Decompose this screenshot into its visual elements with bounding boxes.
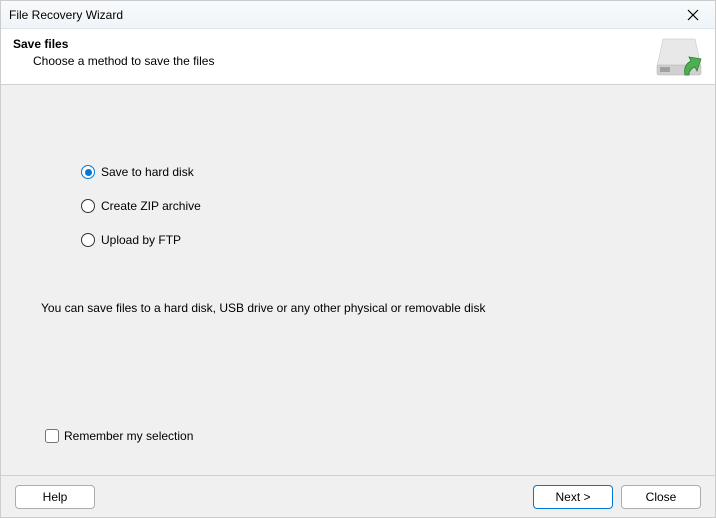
help-button[interactable]: Help: [15, 485, 95, 509]
radio-icon: [81, 165, 95, 179]
radio-label: Create ZIP archive: [101, 199, 201, 213]
save-method-options: Save to hard disk Create ZIP archive Upl…: [41, 85, 675, 247]
close-button[interactable]: Close: [621, 485, 701, 509]
button-label: Next >: [555, 490, 590, 504]
radio-label: Upload by FTP: [101, 233, 181, 247]
next-button[interactable]: Next >: [533, 485, 613, 509]
button-label: Close: [646, 490, 677, 504]
radio-label: Save to hard disk: [101, 165, 194, 179]
button-label: Help: [43, 490, 68, 504]
window-title: File Recovery Wizard: [9, 8, 123, 22]
radio-icon: [81, 233, 95, 247]
option-zip-archive[interactable]: Create ZIP archive: [81, 199, 675, 213]
remember-selection-checkbox[interactable]: Remember my selection: [45, 429, 193, 443]
content-area: Save to hard disk Create ZIP archive Upl…: [1, 85, 715, 475]
header-text: Save files Choose a method to save the f…: [13, 37, 655, 68]
checkbox-icon: [45, 429, 59, 443]
drive-recovery-icon: [655, 37, 703, 79]
wizard-footer: Help Next > Close: [1, 475, 715, 517]
option-ftp-upload[interactable]: Upload by FTP: [81, 233, 675, 247]
titlebar: File Recovery Wizard: [1, 1, 715, 29]
checkbox-label: Remember my selection: [64, 429, 193, 443]
option-description: You can save files to a hard disk, USB d…: [41, 301, 675, 315]
header-subtitle: Choose a method to save the files: [13, 54, 655, 68]
header-title: Save files: [13, 37, 655, 51]
radio-icon: [81, 199, 95, 213]
wizard-header: Save files Choose a method to save the f…: [1, 29, 715, 85]
option-hard-disk[interactable]: Save to hard disk: [81, 165, 675, 179]
close-icon[interactable]: [679, 1, 707, 29]
